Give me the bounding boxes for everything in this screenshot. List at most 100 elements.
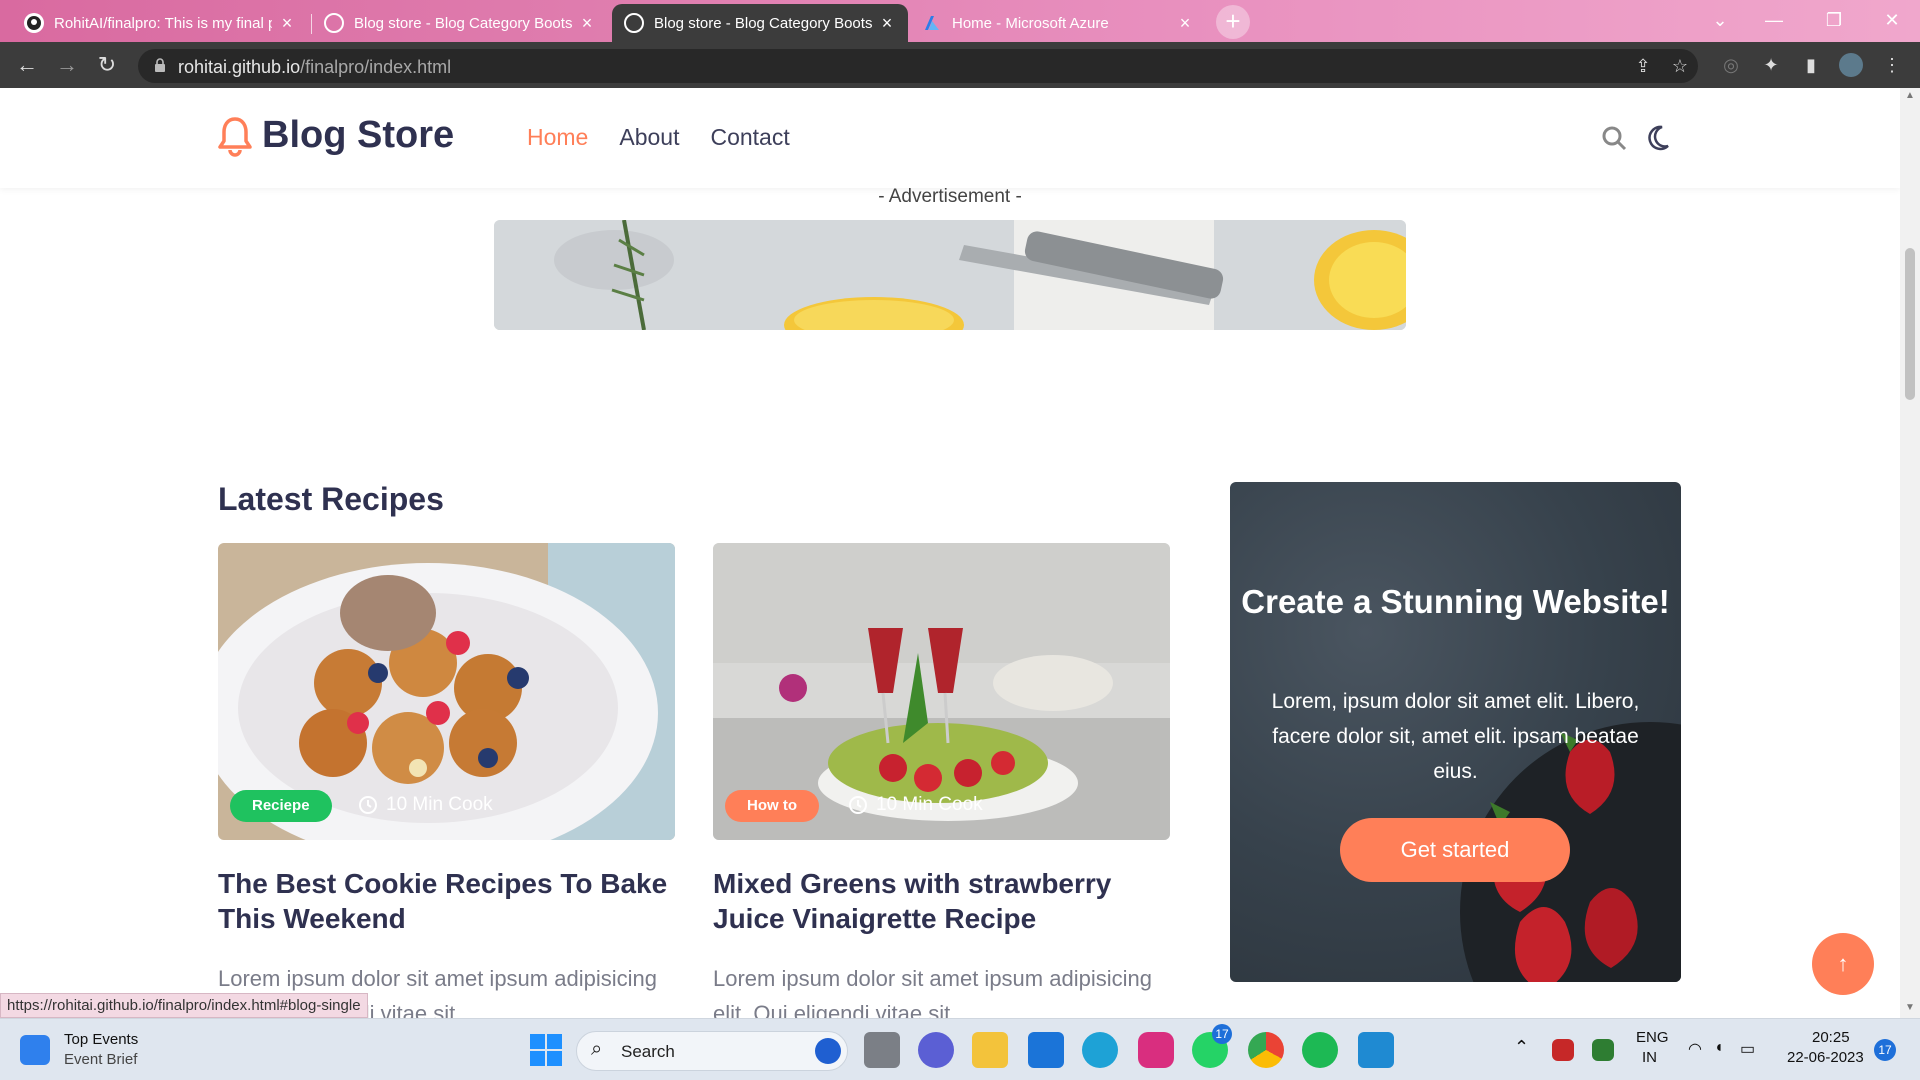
bing-icon[interactable] — [815, 1038, 841, 1064]
logo-text: Blog Store — [262, 114, 455, 156]
recipe-card-excerpt: Lorem ipsum dolor sit amet ipsum adipisi… — [713, 966, 1152, 1018]
widget-subtitle: Event Brief — [64, 1051, 138, 1068]
windows-start-icon[interactable] — [528, 1032, 564, 1068]
nav-home[interactable]: Home — [527, 124, 588, 151]
cook-time: 10 Min Cook — [848, 794, 983, 816]
promo-text: Lorem, ipsum dolor sit amet elit. Libero… — [1271, 690, 1640, 783]
tab-title: Blog store - Blog Category Boots — [354, 14, 572, 32]
vscode-icon[interactable] — [1358, 1032, 1394, 1068]
new-tab-button[interactable]: + — [1216, 5, 1250, 39]
clock-icon — [359, 796, 377, 814]
cook-time: 10 Min Cook — [358, 794, 493, 816]
advertisement-banner[interactable] — [494, 220, 1406, 330]
clock-time[interactable]: 20:25 — [1812, 1029, 1850, 1046]
language-top[interactable]: ENG — [1636, 1029, 1669, 1046]
defender-icon[interactable] — [1592, 1039, 1614, 1061]
menu-kebab-icon[interactable]: ⋮ — [1880, 53, 1904, 77]
side-panel-icon[interactable]: ▮ — [1799, 53, 1823, 77]
task-view-icon[interactable] — [864, 1032, 900, 1068]
url-host: rohitai.github.io — [178, 57, 301, 77]
mcafee-icon[interactable] — [1552, 1039, 1574, 1061]
windows-taskbar: Top Events Event Brief ⌕ Search 17 ⌃ ENG… — [0, 1018, 1920, 1080]
volume-icon[interactable]: ◖ — [1714, 1039, 1724, 1057]
cook-time-text: 10 Min Cook — [386, 794, 493, 815]
scroll-top-button[interactable]: ↑ — [1812, 933, 1874, 995]
tab-title: Blog store - Blog Category Boots — [654, 14, 872, 32]
tray-overflow-icon[interactable]: ⌃ — [1514, 1037, 1529, 1058]
widgets-icon[interactable] — [20, 1035, 50, 1065]
tab-title: RohitAI/finalpro: This is my final p — [54, 14, 272, 32]
whatsapp-icon[interactable]: 17 — [1192, 1024, 1232, 1068]
search-icon[interactable] — [1600, 124, 1628, 152]
scrollbar-thumb[interactable] — [1905, 248, 1915, 400]
category-badge[interactable]: Reciepe — [230, 790, 332, 822]
tab-azure[interactable]: Home - Microsoft Azure × — [910, 4, 1206, 42]
language-bottom[interactable]: IN — [1642, 1049, 1657, 1066]
back-button[interactable]: ← — [12, 50, 42, 80]
star-icon[interactable]: ☆ — [1668, 54, 1692, 78]
recipe-card-image[interactable]: Reciepe 10 Min Cook — [218, 543, 675, 840]
instagram-icon[interactable] — [1138, 1032, 1174, 1068]
edge-icon[interactable] — [1082, 1032, 1118, 1068]
close-icon[interactable]: × — [578, 13, 596, 34]
nav-contact[interactable]: Contact — [710, 124, 789, 151]
chrome-icon[interactable] — [1248, 1032, 1284, 1068]
restore-button[interactable]: ❐ — [1806, 0, 1862, 42]
close-icon[interactable]: × — [878, 13, 896, 34]
browser-toolbar: ← → ↻ rohitai.github.io/finalpro/index.h… — [0, 42, 1920, 88]
link-status-bar: https://rohitai.github.io/finalpro/index… — [0, 993, 368, 1018]
tab-search-icon[interactable]: ⌄ — [1692, 0, 1748, 42]
page-scrollbar[interactable]: ▲ ▼ — [1900, 88, 1920, 1018]
lock-icon — [155, 58, 165, 72]
tab-blog-store-active[interactable]: Blog store - Blog Category Boots × — [612, 4, 908, 42]
site-logo[interactable]: Blog Store — [216, 114, 454, 157]
close-icon[interactable]: × — [1176, 13, 1194, 34]
reload-button[interactable]: ↻ — [92, 50, 122, 80]
close-icon[interactable]: × — [278, 13, 296, 34]
globe-icon — [324, 13, 344, 33]
spotify-icon[interactable] — [1302, 1032, 1338, 1068]
browser-tab-strip: RohitAI/finalpro: This is my final p × B… — [0, 0, 1920, 42]
extension-sync-icon[interactable]: ◎ — [1719, 53, 1743, 77]
url-path: /finalpro/index.html — [300, 57, 452, 77]
recipe-card-title[interactable]: Mixed Greens with strawberry Juice Vinai… — [713, 866, 1183, 936]
azure-icon — [922, 13, 942, 33]
get-started-button[interactable]: Get started — [1340, 818, 1570, 882]
section-title: Latest Recipes — [218, 481, 444, 517]
clock-date[interactable]: 22-06-2023 — [1787, 1049, 1864, 1066]
notification-badge[interactable]: 17 — [1874, 1039, 1896, 1061]
whatsapp-badge: 17 — [1212, 1024, 1232, 1044]
web-page: Blog Store Home About Contact - Advertis… — [0, 88, 1900, 1018]
cook-time-text: 10 Min Cook — [876, 794, 983, 815]
taskbar-search-label: Search — [621, 1042, 675, 1061]
tab-blog-store-1[interactable]: Blog store - Blog Category Boots × — [312, 4, 608, 42]
github-icon — [24, 13, 44, 33]
share-icon[interactable]: ⇪ — [1631, 54, 1655, 78]
advertisement-label: - Advertisement - — [878, 186, 1022, 207]
puzzle-icon[interactable]: ✦ — [1759, 53, 1783, 77]
clock-icon — [849, 796, 867, 814]
bell-icon — [218, 116, 252, 157]
address-bar[interactable]: rohitai.github.io/finalpro/index.html ⇪ … — [138, 49, 1698, 83]
taskbar-search[interactable]: ⌕ Search — [576, 1031, 848, 1071]
widget-title[interactable]: Top Events — [64, 1031, 138, 1048]
forward-button[interactable]: → — [52, 50, 82, 80]
recipe-card-title[interactable]: The Best Cookie Recipes To Bake This Wee… — [218, 866, 688, 936]
teams-chat-icon[interactable] — [918, 1032, 954, 1068]
tab-github[interactable]: RohitAI/finalpro: This is my final p × — [12, 4, 308, 42]
site-header: Blog Store Home About Contact — [0, 88, 1900, 188]
profile-avatar[interactable] — [1839, 53, 1863, 77]
tab-title: Home - Microsoft Azure — [952, 14, 1109, 32]
battery-icon[interactable]: ▭ — [1740, 1039, 1755, 1059]
wifi-icon[interactable]: ◠ — [1688, 1039, 1702, 1059]
promo-box: Create a Stunning Website! Lorem, ipsum … — [1230, 482, 1681, 982]
file-explorer-icon[interactable] — [972, 1032, 1008, 1068]
minimize-button[interactable]: — — [1746, 0, 1802, 42]
nav-about[interactable]: About — [619, 124, 679, 151]
promo-title: Create a Stunning Website! — [1241, 583, 1670, 620]
close-window-button[interactable]: ✕ — [1864, 0, 1920, 42]
mail-icon[interactable] — [1028, 1032, 1064, 1068]
recipe-card-image[interactable]: How to 10 Min Cook — [713, 543, 1170, 840]
category-badge[interactable]: How to — [725, 790, 819, 822]
moon-icon[interactable] — [1648, 124, 1676, 152]
